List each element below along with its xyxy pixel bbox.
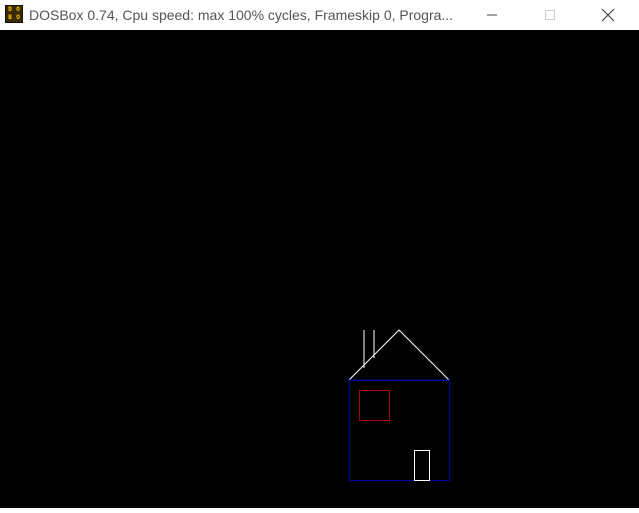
close-icon (601, 8, 615, 22)
dos-screen[interactable] (0, 30, 639, 508)
window-title: DOSBox 0.74, Cpu speed: max 100% cycles,… (29, 7, 454, 23)
title-bar[interactable]: D O B O DOSBox 0.74, Cpu speed: max 100%… (0, 0, 639, 30)
dosbox-window: D O B O DOSBox 0.74, Cpu speed: max 100%… (0, 0, 639, 511)
app-icon-letter: B (8, 14, 12, 21)
app-icon-letter: D (8, 6, 12, 13)
minimize-button[interactable] (469, 0, 515, 30)
house-drawing (348, 329, 450, 481)
maximize-icon (545, 10, 555, 20)
minimize-icon (487, 14, 497, 16)
app-icon-letter: O (16, 6, 20, 13)
app-icon-letter: O (16, 14, 20, 21)
house-body (349, 380, 450, 481)
house-door (414, 450, 430, 481)
house-window (359, 390, 390, 421)
dosbox-app-icon[interactable]: D O B O (5, 5, 23, 23)
maximize-button (527, 0, 573, 30)
close-button[interactable] (585, 0, 631, 30)
